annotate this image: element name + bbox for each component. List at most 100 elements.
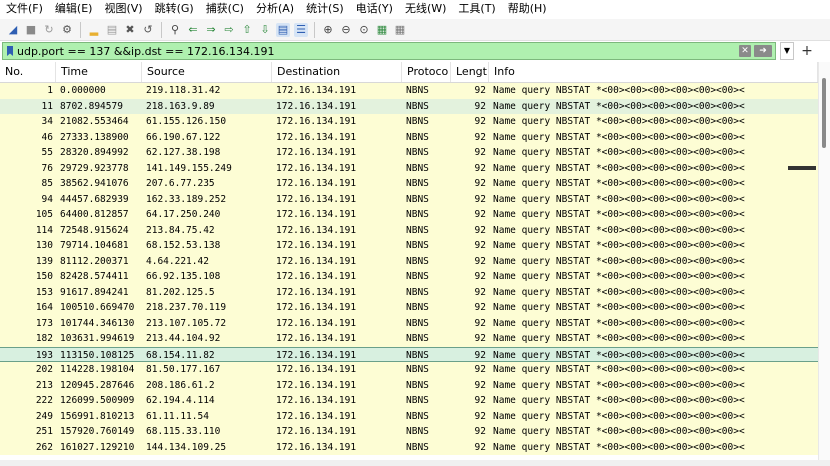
cell-info: Name query NBSTAT *<00><00><00><00><00><… xyxy=(493,379,745,391)
menu-capture[interactable]: 捕获(C) xyxy=(200,0,250,18)
column-header-info[interactable]: Info xyxy=(489,62,818,82)
column-header-protocol[interactable]: Protoco xyxy=(402,62,451,82)
clear-filter-icon[interactable]: ✕ xyxy=(739,45,751,57)
cell-proto: NBNS xyxy=(406,255,429,267)
table-row[interactable]: 262 161027.129210 144.134.109.25 172.16.134… xyxy=(0,439,818,455)
menu-analyze[interactable]: 分析(A) xyxy=(250,0,300,18)
search-icon[interactable]: ⚲ xyxy=(168,23,182,37)
toolbar-divider xyxy=(314,21,315,38)
table-row[interactable]: 46 27333.138900 66.190.67.122 172.16.134.19… xyxy=(0,129,818,145)
bookmark-icon[interactable] xyxy=(7,46,13,56)
cell-proto: NBNS xyxy=(406,349,429,361)
cell-len: 92 xyxy=(474,193,486,205)
zoom-in-icon[interactable]: ⊕ xyxy=(321,23,335,37)
cell-no: 114 xyxy=(35,224,53,236)
cell-time: 120945.287646 xyxy=(60,379,135,391)
scrollbar-thumb[interactable] xyxy=(822,78,826,148)
cell-no: 46 xyxy=(41,131,53,143)
table-row[interactable]: 76 29729.923778 141.149.155.249 172.16.134.… xyxy=(0,160,818,176)
cell-len: 92 xyxy=(474,240,486,251)
cell-time: 91617.894241 xyxy=(60,286,129,298)
reload-icon[interactable]: ↺ xyxy=(141,23,155,37)
cell-dst: 172.16.134.191 xyxy=(276,116,357,127)
cell-len: 92 xyxy=(474,100,486,112)
table-row[interactable]: 1 0.000000 219.118.31.42 172.16.134.191 NBNS… xyxy=(0,83,818,99)
colorize-icon[interactable]: ☰ xyxy=(294,22,308,37)
table-row[interactable]: 85 38562.941076 207.6.77.235 172.16.134.191… xyxy=(0,176,818,192)
add-filter-button[interactable]: + xyxy=(800,42,814,60)
table-row[interactable]: 222 126099.500909 62.194.4.114 172.16.134.1… xyxy=(0,393,818,409)
column-header-length[interactable]: Lengt xyxy=(451,62,489,82)
table-row[interactable]: 202 114228.198104 81.50.177.167 172.16.134.… xyxy=(0,362,818,378)
gear-options-icon[interactable]: ⚙ xyxy=(60,23,74,37)
table-row[interactable]: 114 72548.915624 213.84.75.42 172.16.134.19… xyxy=(0,222,818,238)
packet-list-scrollbar[interactable] xyxy=(818,62,830,460)
column-header-no[interactable]: No. xyxy=(0,62,56,82)
last-packet-icon[interactable]: ⇩ xyxy=(258,23,272,37)
column-header-destination[interactable]: Destination xyxy=(272,62,402,82)
back-arrow-icon[interactable]: ⇐ xyxy=(186,23,200,37)
table-row[interactable]: 173 101744.346130 213.107.105.72 172.16.134… xyxy=(0,315,818,331)
cell-time: 82428.574411 xyxy=(60,271,129,282)
table-row[interactable]: 55 28320.894992 62.127.38.198 172.16.134.19… xyxy=(0,145,818,161)
cell-time: 103631.994619 xyxy=(60,333,135,344)
table-row[interactable]: 251 157920.760149 68.115.33.110 172.16.134.… xyxy=(0,424,818,440)
cell-proto: NBNS xyxy=(406,426,429,437)
cell-src: 81.202.125.5 xyxy=(146,286,215,298)
table-row[interactable]: 249 156991.810213 61.11.11.54 172.16.134.19… xyxy=(0,408,818,424)
table-row[interactable]: 164 100510.669470 218.237.70.119 172.16.134… xyxy=(0,300,818,316)
autoscroll-icon[interactable]: ▤ xyxy=(276,22,290,37)
menu-view[interactable]: 视图(V) xyxy=(98,0,148,18)
cell-no: 193 xyxy=(35,349,53,361)
menu-help[interactable]: 帮助(H) xyxy=(502,0,553,18)
cell-proto: NBNS xyxy=(406,379,429,391)
table-row[interactable]: 193 113150.108125 68.154.11.82 172.16.134.1… xyxy=(0,346,818,362)
column-header-time[interactable]: Time xyxy=(56,62,142,82)
go-to-packet-icon[interactable]: ⇨ xyxy=(222,23,236,37)
display-filter-input[interactable]: udp.port == 137 &&ip.dst == 172.16.134.1… xyxy=(2,42,776,60)
cell-info: Name query NBSTAT *<00><00><00><00><00><… xyxy=(493,317,745,329)
restart-shark-icon[interactable]: ↻ xyxy=(42,23,56,37)
table-row[interactable]: 150 82428.574411 66.92.135.108 172.16.134.1… xyxy=(0,269,818,285)
table-row[interactable]: 213 120945.287646 208.186.61.2 172.16.134.1… xyxy=(0,377,818,393)
stop-square-icon[interactable]: ■ xyxy=(24,23,38,37)
table-row[interactable]: 34 21082.553464 61.155.126.150 172.16.134.1… xyxy=(0,114,818,130)
menu-file[interactable]: 文件(F) xyxy=(0,0,49,18)
table-row[interactable]: 130 79714.104681 68.152.53.138 172.16.134.1… xyxy=(0,238,818,254)
menu-edit[interactable]: 编辑(E) xyxy=(49,0,99,18)
shark-fin-start-icon[interactable]: ◢ xyxy=(6,23,20,37)
first-packet-icon[interactable]: ⇧ xyxy=(240,23,254,37)
forward-arrow-icon[interactable]: ⇒ xyxy=(204,23,218,37)
cell-no: 130 xyxy=(35,240,53,251)
column-header-source[interactable]: Source xyxy=(142,62,272,82)
resize-columns-icon[interactable]: ▦ xyxy=(375,23,389,37)
layout-icon[interactable]: ▦ xyxy=(393,23,407,37)
cell-info: Name query NBSTAT *<00><00><00><00><00><… xyxy=(493,410,745,422)
zoom-reset-icon[interactable]: ⊙ xyxy=(357,23,371,37)
menu-bar: 文件(F) 编辑(E) 视图(V) 跳转(G) 捕获(C) 分析(A) 统计(S… xyxy=(0,0,830,18)
file-icon[interactable]: ▤ xyxy=(105,23,119,37)
filter-history-chevron-down-icon[interactable]: ▼ xyxy=(780,42,794,60)
close-file-icon[interactable]: ✖ xyxy=(123,23,137,37)
display-filter-text[interactable]: udp.port == 137 &&ip.dst == 172.16.134.1… xyxy=(17,45,275,58)
menu-tools[interactable]: 工具(T) xyxy=(452,0,501,18)
cell-proto: NBNS xyxy=(406,333,429,344)
table-row[interactable]: 153 91617.894241 81.202.125.5 172.16.134.19… xyxy=(0,284,818,300)
cell-time: 126099.500909 xyxy=(60,395,135,406)
menu-telephony[interactable]: 电话(Y) xyxy=(350,0,399,18)
open-folder-icon[interactable]: ▂ xyxy=(87,23,101,37)
table-row[interactable]: 182 103631.994619 213.44.104.92 172.16.134.… xyxy=(0,331,818,347)
cell-info: Name query NBSTAT *<00><00><00><00><00><… xyxy=(493,271,745,282)
table-row[interactable]: 94 44457.682939 162.33.189.252 172.16.134.1… xyxy=(0,191,818,207)
table-row[interactable]: 11 8702.894579 218.163.9.89 172.16.134.191 N… xyxy=(0,98,818,114)
apply-filter-arrow-icon[interactable]: ➜ xyxy=(754,45,772,57)
cell-len: 92 xyxy=(474,209,486,220)
horizontal-scrollbar[interactable] xyxy=(0,460,830,466)
cell-proto: NBNS xyxy=(406,364,429,375)
table-row[interactable]: 139 81112.200371 4.64.221.42 172.16.134.191… xyxy=(0,253,818,269)
zoom-out-icon[interactable]: ⊖ xyxy=(339,23,353,37)
menu-wireless[interactable]: 无线(W) xyxy=(399,0,452,18)
menu-go[interactable]: 跳转(G) xyxy=(149,0,200,18)
table-row[interactable]: 105 64400.812857 64.17.250.240 172.16.134.1… xyxy=(0,207,818,223)
menu-statistics[interactable]: 统计(S) xyxy=(300,0,350,18)
